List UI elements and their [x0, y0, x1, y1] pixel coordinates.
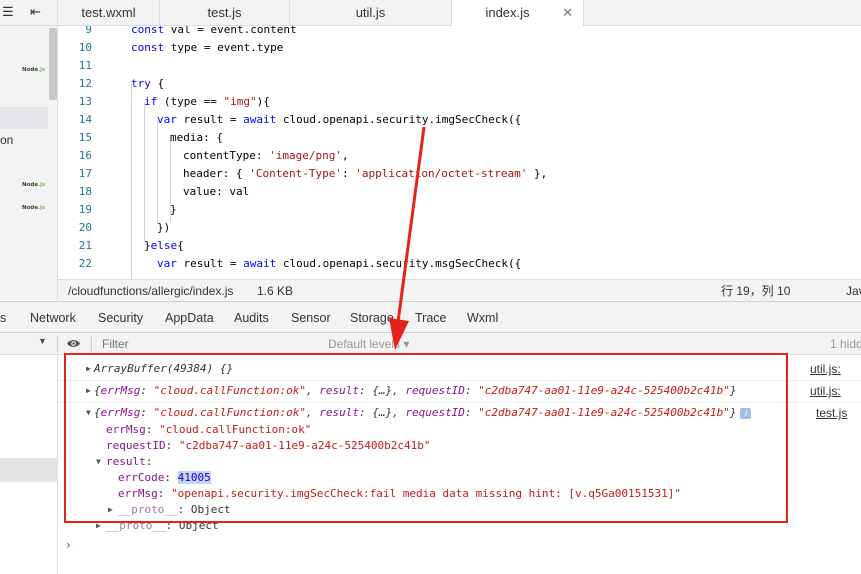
nodejs-icon: Node.js [22, 67, 46, 73]
close-icon[interactable]: ✕ [562, 0, 573, 26]
file-tree-selected-item[interactable] [0, 107, 48, 129]
tab-label: index.js [485, 5, 530, 20]
line-number: 16 [78, 149, 92, 162]
console-sidebar [0, 355, 58, 574]
devtools-tab-bar: s Network Security AppData Audits Sensor… [0, 301, 861, 333]
nodejs-icon: Node.js [22, 205, 46, 211]
line-number: 17 [78, 167, 92, 180]
code-line: const type = event.type [131, 41, 284, 54]
tab-storage[interactable]: Storage [350, 302, 394, 334]
code-line: }) [157, 221, 171, 234]
line-number: 11 [78, 59, 92, 72]
code-line: }else{ [144, 239, 184, 252]
code-editor[interactable]: 9 10 11 12 13 14 15 16 17 18 19 20 21 22… [58, 26, 861, 279]
tab-test-js[interactable]: test.js [160, 0, 290, 26]
cursor-position[interactable]: 行 19，列 10 [721, 280, 790, 302]
code-line: if (type == "img"){ [144, 95, 270, 108]
source-link[interactable]: test.js [816, 405, 847, 421]
editor-tab-bar: test.wxml test.js util.js index.js ✕ [58, 0, 861, 27]
tab-appdata[interactable]: AppData [165, 302, 214, 334]
menu-icon[interactable]: ☰ [2, 4, 14, 20]
line-number: 12 [78, 77, 92, 90]
toolbar-divider [57, 336, 58, 352]
tab-index-js[interactable]: index.js ✕ [452, 0, 584, 27]
file-size: 1.6 KB [257, 284, 294, 298]
line-number: 19 [78, 203, 92, 216]
collapse-icon[interactable]: ⇤ [30, 4, 41, 20]
console-filter-input[interactable] [102, 336, 302, 352]
line-number: 13 [78, 95, 92, 108]
console-toolbar: ▼ Default levels ▾ 1 hidd [0, 333, 861, 355]
tab-trace[interactable]: Trace [415, 302, 447, 334]
line-number-gutter: 9 10 11 12 13 14 15 16 17 18 19 20 21 22 [58, 26, 92, 279]
hidden-count: 1 hidd [830, 337, 861, 351]
file-tree-panel: ☰ ⇤ Node.js on Node.js Node.js [0, 0, 58, 301]
console-sidebar-selected[interactable] [0, 458, 58, 482]
line-number: 22 [78, 257, 92, 270]
code-line: try { [131, 77, 165, 90]
language-mode[interactable]: Jav [846, 280, 861, 302]
console-prompt-icon[interactable]: › [66, 538, 71, 552]
annotation-highlight-box [64, 353, 788, 523]
tab-label: util.js [355, 5, 386, 20]
tab-test-wxml[interactable]: test.wxml [58, 0, 160, 26]
tab-audits[interactable]: Audits [234, 302, 269, 334]
file-tree-scrollbar[interactable] [49, 28, 57, 100]
file-tree-toolbar: ☰ ⇤ [0, 0, 57, 26]
line-number: 10 [78, 41, 92, 54]
status-bar: /cloudfunctions/allergic/index.js 1.6 KB… [58, 279, 861, 301]
log-level-select[interactable]: Default levels ▾ [328, 333, 409, 355]
source-link[interactable]: util.js: [810, 361, 841, 377]
source-link[interactable]: util.js: [810, 383, 841, 399]
code-line: value: val [183, 185, 250, 198]
file-path: /cloudfunctions/allergic/index.js [68, 284, 234, 298]
code-line: } [170, 203, 177, 216]
code-line: contentType: 'image/png', [183, 149, 349, 162]
tab-security[interactable]: Security [98, 302, 143, 334]
line-number: 20 [78, 221, 92, 234]
toolbar-divider [91, 336, 92, 352]
line-number: 18 [78, 185, 92, 198]
file-tree-item-label[interactable]: on [0, 133, 13, 147]
indent-guide [144, 102, 145, 242]
tab-label: test.wxml [81, 5, 136, 20]
line-number: 9 [85, 26, 92, 36]
tab-network[interactable]: Network [30, 302, 76, 334]
eye-icon[interactable] [66, 338, 81, 349]
tab-label: test.js [207, 5, 242, 20]
tab-sensor[interactable]: Sensor [291, 302, 331, 334]
line-number: 21 [78, 239, 92, 252]
tab-sources[interactable]: s [0, 302, 6, 334]
line-number: 14 [78, 113, 92, 126]
tab-util-js[interactable]: util.js [290, 0, 452, 26]
code-line: const val = event.content [131, 26, 297, 36]
line-number: 15 [78, 131, 92, 144]
code-line: media: { [170, 131, 223, 144]
indent-guide [131, 84, 132, 279]
tab-wxml[interactable]: Wxml [467, 302, 498, 334]
code-line: var result = await cloud.openapi.securit… [157, 257, 522, 270]
indent-guide [157, 120, 158, 224]
code-line: header: { 'Content-Type': 'application/o… [183, 167, 548, 180]
nodejs-icon: Node.js [22, 182, 46, 188]
code-line: var result = await cloud.openapi.securit… [157, 113, 522, 126]
context-dropdown-icon[interactable]: ▼ [38, 336, 47, 346]
